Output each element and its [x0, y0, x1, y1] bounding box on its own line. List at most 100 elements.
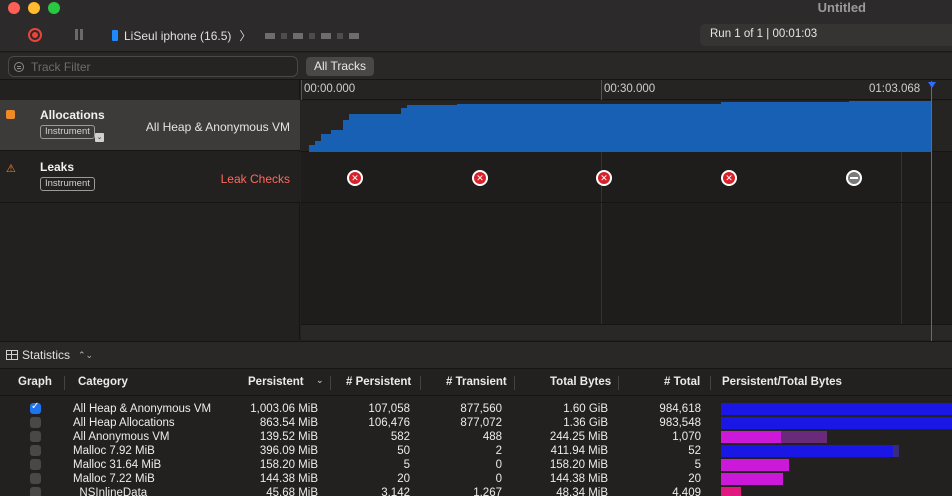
- track-name: Leaks: [40, 160, 75, 174]
- track-allocations[interactable]: Allocations Instrument ⌄ All Heap & Anon…: [0, 100, 300, 151]
- playhead-handle[interactable]: [928, 82, 936, 88]
- cell-n-total: 984,618: [659, 403, 701, 415]
- cell-persistent: 1,003.06 MiB: [250, 403, 318, 415]
- col-category[interactable]: Category: [78, 376, 128, 388]
- col-ratio[interactable]: Persistent/Total Bytes: [722, 376, 842, 388]
- cell-total-bytes: 244.25 MiB: [549, 431, 608, 443]
- cell-total-bytes: 144.38 MiB: [549, 473, 608, 485]
- col-persistent[interactable]: Persistent: [248, 376, 304, 388]
- col-graph[interactable]: Graph: [18, 376, 52, 388]
- cell-n-persistent: 582: [390, 431, 410, 443]
- graph-checkbox[interactable]: [30, 417, 41, 428]
- leaks-warning-icon: ⚠: [6, 163, 16, 175]
- iphone-icon: [112, 30, 118, 41]
- col-n-total[interactable]: # Total: [664, 376, 700, 388]
- graph-checkbox[interactable]: [30, 459, 41, 470]
- leaks-graph[interactable]: [301, 153, 952, 203]
- ruler-tick-start: 00:00.000: [304, 83, 356, 95]
- statistics-table: All Heap & Anonymous VM 1,003.06 MiB 107,0…: [0, 397, 952, 496]
- cell-n-transient: 877,560: [460, 403, 502, 415]
- timeline-scrollbar[interactable]: [301, 324, 952, 340]
- table-row[interactable]: Malloc 7.22 MiB 144.38 MiB 20 0 144.38 MiB 20: [0, 472, 952, 486]
- track-name: Allocations: [40, 108, 105, 122]
- table-row[interactable]: All Heap & Anonymous VM 1,003.06 MiB 107,0…: [0, 401, 952, 416]
- table-row[interactable]: Malloc 31.64 MiB 158.20 MiB 5 0 158.20 MiB 5: [0, 458, 952, 472]
- cell-n-transient: 1,267: [473, 487, 502, 496]
- instrument-badge: Instrument: [40, 177, 95, 191]
- ratio-bar: [721, 473, 783, 485]
- col-total-bytes[interactable]: Total Bytes: [550, 376, 611, 388]
- cell-category: All Heap Allocations: [73, 417, 175, 429]
- updown-chevron-icon: ⌃⌄: [78, 349, 94, 360]
- table-icon: [6, 350, 18, 360]
- sort-descending-icon: ⌄: [316, 375, 324, 385]
- track-filter-input[interactable]: [8, 56, 298, 77]
- cell-total-bytes: 48.34 MiB: [556, 487, 608, 496]
- cell-n-total: 1,070: [672, 431, 701, 443]
- run-status: Run 1 of 1 | 00:01:03: [700, 24, 952, 46]
- cell-n-total: 4,409: [672, 487, 701, 496]
- graph-checkbox[interactable]: [30, 401, 41, 414]
- leak-check-failed-icon[interactable]: [472, 170, 488, 186]
- graph-checkbox[interactable]: [30, 473, 41, 484]
- leak-check-failed-icon[interactable]: [347, 170, 363, 186]
- filter-icon: [14, 62, 24, 72]
- graph-checkbox[interactable]: [30, 487, 41, 496]
- cell-category: Malloc 7.92 MiB: [73, 445, 155, 457]
- track-detail[interactable]: All Heap & Anonymous VM: [146, 120, 290, 134]
- leak-check-failed-icon[interactable]: [596, 170, 612, 186]
- window-zoom-button[interactable]: [48, 2, 60, 14]
- cell-n-total: 5: [694, 459, 701, 471]
- all-tracks-button[interactable]: All Tracks: [306, 57, 375, 76]
- cell-n-persistent: 50: [397, 445, 410, 457]
- pause-button[interactable]: [74, 29, 84, 40]
- cell-total-bytes: 1.60 GiB: [563, 403, 608, 415]
- device-selector[interactable]: LiSeul iphone (16.5) 〉: [112, 27, 362, 44]
- table-row[interactable]: All Anonymous VM 139.52 MiB 582 488 244.25 M…: [0, 430, 952, 444]
- col-n-persistent[interactable]: # Persistent: [346, 376, 411, 388]
- table-row[interactable]: _NSInlineData 45.68 MiB 3,142 1,267 48.34 Mi…: [0, 486, 952, 496]
- filter-bar: All Tracks: [0, 53, 952, 80]
- cell-category: Malloc 7.22 MiB: [73, 473, 155, 485]
- cell-n-transient: 877,072: [460, 417, 502, 429]
- cell-category: Malloc 31.64 MiB: [73, 459, 162, 471]
- track-list: Allocations Instrument ⌄ All Heap & Anon…: [0, 80, 300, 340]
- instrument-badge: Instrument: [40, 125, 95, 139]
- graph-checkbox[interactable]: [30, 431, 41, 442]
- record-button[interactable]: [28, 28, 42, 42]
- allocations-graph[interactable]: [301, 101, 952, 152]
- window-minimize-button[interactable]: [28, 2, 40, 14]
- cell-total-bytes: 158.20 MiB: [549, 459, 608, 471]
- window-title: Untitled: [817, 0, 866, 15]
- cell-persistent: 863.54 MiB: [259, 417, 318, 429]
- table-row[interactable]: All Heap Allocations 863.54 MiB 106,476 877…: [0, 416, 952, 430]
- statistics-selector[interactable]: Statistics ⌃⌄: [6, 348, 93, 362]
- track-leaks[interactable]: ⚠ Leaks Instrument Leak Checks: [0, 152, 300, 203]
- cell-n-total: 52: [688, 445, 701, 457]
- ratio-bar: [721, 431, 781, 443]
- playhead[interactable]: [931, 81, 932, 351]
- cell-n-persistent: 20: [397, 473, 410, 485]
- cell-persistent: 158.20 MiB: [259, 459, 318, 471]
- cell-persistent: 45.68 MiB: [266, 487, 318, 496]
- ratio-bar: [721, 445, 893, 457]
- timeline-graph[interactable]: [301, 81, 952, 351]
- track-detail[interactable]: Leak Checks: [221, 172, 290, 186]
- cell-n-transient: 0: [495, 459, 502, 471]
- window-close-button[interactable]: [8, 2, 20, 14]
- target-process-redacted[interactable]: [265, 32, 362, 39]
- graph-checkbox[interactable]: [30, 445, 41, 456]
- time-ruler[interactable]: 00:00.000 00:30.000 01:03.068: [301, 80, 952, 100]
- allocations-area-chart: [309, 101, 931, 152]
- leak-check-none-icon[interactable]: [846, 170, 862, 186]
- cell-n-persistent: 106,476: [368, 417, 410, 429]
- leak-check-failed-icon[interactable]: [721, 170, 737, 186]
- ratio-bar: [721, 403, 952, 415]
- col-n-transient[interactable]: # Transient: [446, 376, 507, 388]
- chevron-right-icon: 〉: [239, 29, 252, 43]
- cell-persistent: 139.52 MiB: [259, 431, 318, 443]
- toolbar: Untitled LiSeul iphone (16.5) 〉 Run 1 of…: [0, 0, 952, 52]
- table-row[interactable]: Malloc 7.92 MiB 396.09 MiB 50 2 411.94 MiB 52: [0, 444, 952, 458]
- chevron-down-icon[interactable]: ⌄: [95, 133, 104, 142]
- statistics-label: Statistics: [22, 348, 71, 362]
